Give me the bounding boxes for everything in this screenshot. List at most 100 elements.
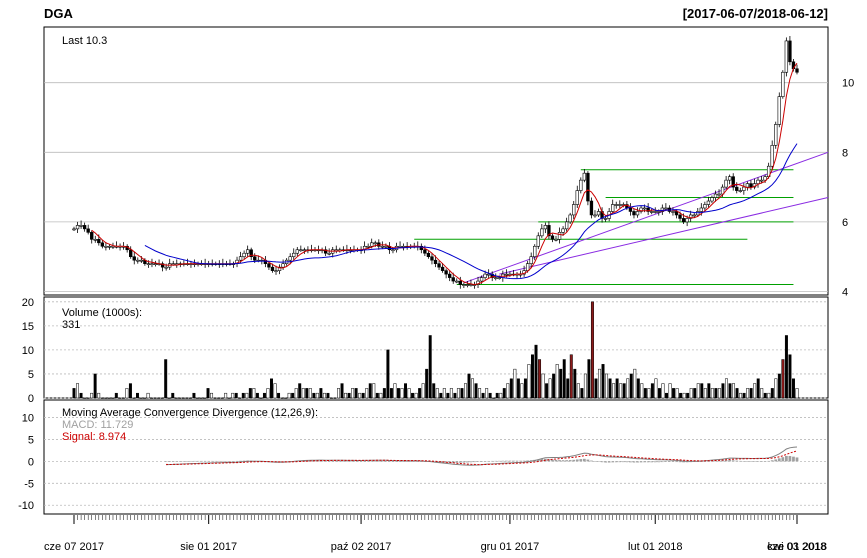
candle-body — [302, 249, 307, 252]
volume-bar — [612, 383, 616, 399]
volume-bar — [111, 397, 115, 399]
volume-bar — [164, 359, 168, 399]
candle-body — [448, 273, 452, 278]
volume-bar — [467, 373, 471, 399]
candle-body — [614, 204, 618, 206]
volume-bar — [234, 392, 238, 399]
volume-bar — [767, 392, 771, 399]
macd-histogram-bar — [784, 455, 788, 462]
macd-histogram-bar — [388, 461, 391, 462]
candle-body — [770, 145, 774, 167]
volume-bar — [185, 397, 189, 399]
macd-histogram-bar — [614, 461, 618, 463]
macd-series — [164, 446, 799, 466]
chart-date-range: [2017-06-07/2018-06-12] — [683, 6, 828, 21]
candle-body — [533, 245, 537, 258]
volume-bar — [90, 392, 94, 399]
volume-legend-last: 331 — [62, 319, 80, 331]
macd-tick-label: 0 — [28, 456, 34, 468]
volume-bar — [513, 368, 517, 399]
candle-body — [462, 284, 466, 286]
macd-histogram-bar — [621, 461, 625, 463]
candle-body — [664, 207, 668, 210]
volume-bar — [714, 388, 718, 399]
volume-bar — [657, 388, 661, 399]
candle-body — [749, 183, 753, 188]
candle-body — [611, 204, 615, 212]
volume-bar — [569, 354, 573, 399]
macd-histogram-bar — [575, 459, 579, 462]
volume-bar — [298, 383, 302, 399]
macd-histogram-bar — [462, 461, 466, 463]
macd-histogram-bar — [781, 457, 785, 462]
macd-histogram-bar — [168, 461, 172, 462]
volume-bar — [509, 378, 513, 399]
volume-bar — [749, 388, 753, 399]
candle-body — [632, 211, 636, 216]
macd-histogram-bar — [753, 461, 756, 462]
candle-body — [703, 204, 707, 209]
candle-body — [696, 211, 700, 216]
volume-bar — [485, 388, 489, 399]
candle-body — [795, 68, 799, 73]
volume-bar — [555, 364, 559, 399]
volume-bar — [795, 388, 799, 399]
candle-body — [653, 211, 657, 213]
candle-body — [497, 277, 501, 279]
volume-bar — [633, 368, 637, 399]
candle-body — [86, 228, 90, 233]
volume-bar — [245, 392, 249, 399]
volume-bar — [389, 388, 393, 399]
candle-body — [129, 249, 133, 258]
volume-bar — [552, 373, 556, 399]
price-tick-label: 6 — [842, 217, 848, 229]
macd-histogram-bar — [412, 461, 416, 462]
candle-body — [267, 263, 271, 268]
volume-bar — [404, 383, 408, 399]
macd-histogram-bar — [668, 461, 671, 462]
volume-tick-label: 15 — [22, 321, 34, 333]
macd-tick-label: 10 — [22, 413, 34, 425]
macd-histogram-bar — [795, 457, 799, 462]
volume-bar — [396, 388, 400, 399]
macd-histogram-bar — [480, 461, 483, 462]
volume-bar — [523, 378, 527, 399]
candle-body — [253, 256, 257, 261]
macd-histogram-bar — [359, 461, 363, 462]
macd-histogram-bar — [331, 461, 335, 462]
candle-body — [543, 225, 548, 230]
candle-body — [603, 218, 608, 220]
candle-body — [561, 228, 565, 233]
volume-bar — [97, 392, 101, 399]
volume-bar — [506, 383, 510, 399]
candle-body — [642, 207, 647, 210]
candle-body — [788, 40, 792, 63]
macd-histogram-bar — [703, 461, 707, 462]
volume-tick-label: 0 — [28, 393, 34, 405]
macd-histogram-bar — [217, 460, 221, 462]
volume-bar — [647, 388, 651, 399]
volume-bar — [770, 388, 774, 399]
volume-bar — [400, 388, 404, 399]
volume-bar — [287, 392, 291, 399]
candle-body — [483, 273, 487, 278]
volume-bar — [703, 388, 707, 399]
volume-bar — [502, 388, 506, 399]
macd-line — [166, 446, 798, 466]
macd-histogram-bar — [402, 461, 405, 462]
volume-bar — [372, 383, 376, 399]
volume-bar — [174, 397, 178, 399]
macd-histogram-bar — [203, 460, 207, 462]
candle-body — [671, 211, 675, 213]
price-candles — [72, 36, 799, 289]
macd-histogram-bar — [497, 460, 501, 462]
candle-body — [784, 40, 789, 73]
macd-histogram-bar — [356, 461, 359, 462]
volume-bar — [481, 392, 485, 399]
volume-bar — [379, 392, 383, 399]
volume-bar — [629, 373, 633, 399]
candle-body — [245, 249, 250, 254]
macd-histogram-bar — [618, 461, 622, 463]
candle-body — [781, 71, 785, 97]
candle-body — [440, 266, 445, 271]
